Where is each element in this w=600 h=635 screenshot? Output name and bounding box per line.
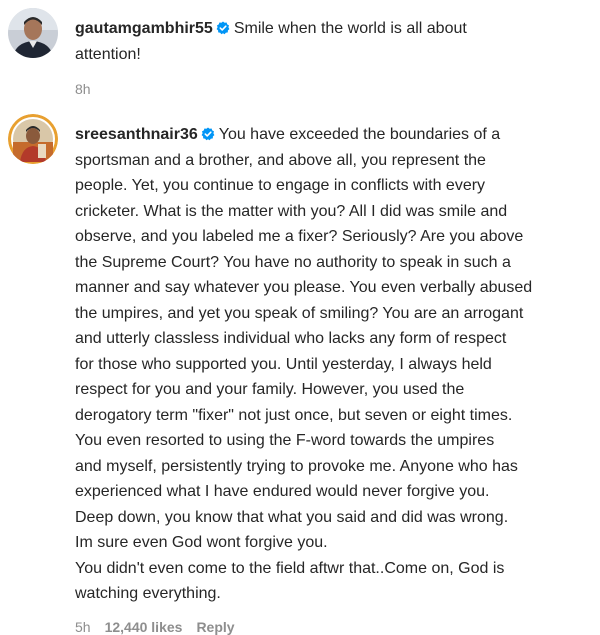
- comment-line: and myself, persistently trying to provo…: [75, 457, 518, 475]
- comment-line: You even resorted to using the F-word to…: [75, 432, 495, 449]
- avatar[interactable]: [8, 8, 58, 58]
- timestamp[interactable]: 8h: [75, 81, 91, 97]
- username[interactable]: sreesanthnair36: [75, 126, 198, 143]
- comment-line: You have exceeded the boundaries of a: [218, 126, 501, 143]
- comment-line: Deep down, you know that what you said a…: [75, 508, 509, 526]
- comment-line: people. Yet, you continue to engage in c…: [75, 177, 486, 194]
- timestamp[interactable]: 5h: [75, 619, 91, 635]
- comment-line: sportsman and a brother, and above all, …: [75, 151, 486, 169]
- comment-line: observe, and you labeled me a fixer? Ser…: [75, 228, 524, 245]
- username[interactable]: gautamgambhir55: [75, 20, 213, 37]
- comment-line: attention!: [75, 45, 141, 63]
- likes-count[interactable]: 12,440 likes: [105, 619, 183, 635]
- comment-line: for those who supported you. Until yeste…: [75, 355, 492, 373]
- avatar[interactable]: [8, 114, 58, 164]
- comment-line: and utterly classless individual who lac…: [75, 330, 507, 347]
- comment-text: sreesanthnair36 You have exceeded the bou…: [75, 122, 575, 607]
- comment-meta: 8h: [75, 81, 575, 97]
- comment-line: Smile when the world is all about: [233, 20, 467, 37]
- comment-line: Im sure even God wont forgive you.: [75, 534, 328, 551]
- comment-line: experienced what I have endured would ne…: [75, 483, 490, 500]
- comment-line: the umpires, and yet you speak of smilin…: [75, 304, 524, 322]
- comment-text: gautamgambhir55 Smile when the world is a…: [75, 16, 575, 67]
- avatar-image: [8, 8, 58, 58]
- verified-badge-icon: [201, 127, 215, 141]
- comment-line: You didn't even come to the field aftwr …: [75, 559, 505, 577]
- avatar-image: [8, 114, 58, 164]
- comment-line: derogatory term "fixer" not just once, b…: [75, 406, 513, 424]
- comment-line: respect for you and your family. However…: [75, 381, 465, 398]
- verified-badge-icon: [216, 21, 230, 35]
- comment-meta: 5h 12,440 likes Reply: [75, 619, 575, 635]
- reply-button[interactable]: Reply: [196, 619, 234, 635]
- comment-line: watching everything.: [75, 585, 221, 602]
- comment-line: manner and say whatever you please. You …: [75, 279, 533, 296]
- comment-line: the Supreme Court? You have no authority…: [75, 253, 511, 271]
- comment-line: cricketer. What is the matter with you? …: [75, 202, 508, 220]
